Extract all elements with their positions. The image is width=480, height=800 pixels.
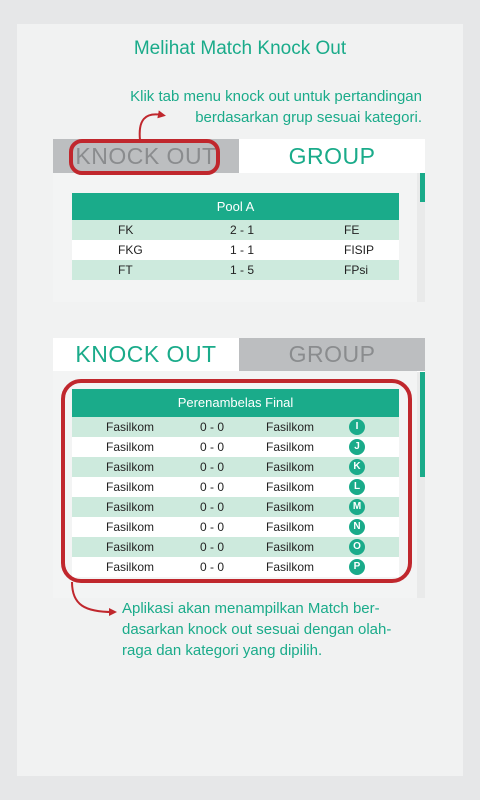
highlight-knock-out-tab xyxy=(69,139,220,175)
annotation-overlay xyxy=(61,110,412,616)
arrow-to-note xyxy=(71,581,117,616)
highlight-knockout-table xyxy=(61,379,412,583)
arrow-to-tab xyxy=(138,110,166,141)
